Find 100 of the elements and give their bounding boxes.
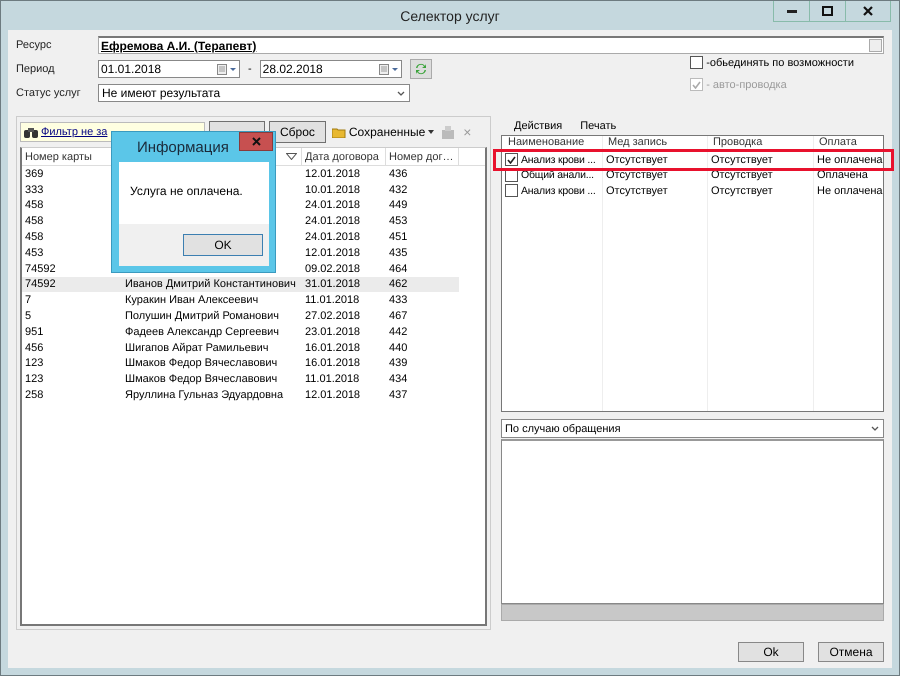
table-cell: Иванов Дмитрий Константинович [122, 276, 302, 292]
table-cell-text: Отсутствует [605, 154, 669, 166]
table-cell-text: 23.01.2018 [304, 326, 362, 338]
table-cell[interactable]: 123 [22, 357, 122, 370]
table-cell-text: Куракин Иван Алексеевич [124, 294, 260, 306]
table-cell[interactable]: 951 [22, 326, 122, 338]
table-cell[interactable]: 123 [22, 373, 122, 386]
ok-button[interactable]: OK [183, 234, 263, 256]
table-cell[interactable]: 7 [22, 294, 122, 306]
table-cell-text: 467 [388, 310, 408, 322]
table-cell: Анализ крови ... [521, 184, 596, 197]
table-row[interactable]: Общий анали... Отсутствует Отсутствует Оплачена [502, 168, 883, 183]
table-cell-text: 12.01.2018 [304, 389, 362, 402]
table-cell-text: 24.01.2018 [304, 199, 362, 212]
table-cell-text: 437 [388, 389, 408, 402]
chevron-icon [871, 426, 879, 431]
table-cell-text: 435 [388, 246, 408, 259]
date-field[interactable]: 28.02.2018 [260, 60, 402, 78]
saved-button[interactable]: Сохраненные [330, 125, 436, 139]
table-cell-text: 10.01.2018 [304, 184, 362, 196]
table-cell-text: 449 [388, 199, 408, 212]
table-cell-text: Не оплачена [816, 184, 883, 197]
column-header[interactable]: Дата договора [305, 150, 379, 162]
field-label: Статус услуг [16, 87, 82, 99]
checkbox[interactable] [505, 153, 518, 166]
menu-item[interactable]: Действия [514, 120, 562, 132]
table-cell-text: 453 [388, 215, 408, 228]
table-cell-text: Отсутствует [710, 184, 774, 197]
binoculars-icon [24, 126, 38, 138]
resource-field[interactable]: Ефремова А.И. (Терапевт) [98, 36, 884, 54]
checkbox-label: - авто-проводка [706, 78, 787, 90]
refresh-icon [414, 62, 428, 76]
date-field[interactable]: 01.01.2018 [98, 60, 240, 78]
table-cell-text: 24.01.2018 [304, 231, 362, 244]
table-cell-text: Отсутствует [605, 184, 669, 197]
table-cell-text: 433 [388, 294, 408, 306]
field-label: Период [16, 63, 56, 75]
column-header[interactable]: Мед запись [602, 136, 707, 151]
table-cell: 462 [386, 276, 459, 292]
status-dropdown[interactable]: Не имеют результата [98, 84, 410, 102]
table-cell-text: 442 [388, 326, 408, 338]
reset-button[interactable]: Сброс [269, 121, 326, 143]
close-icon [863, 6, 873, 16]
dialog-title: Информация [136, 138, 229, 156]
column-header[interactable]: Наименование [502, 136, 602, 151]
table-cell-text: 439 [388, 357, 408, 370]
table-cell[interactable]: 456 [22, 342, 122, 354]
table-cell[interactable]: 74592 [22, 276, 122, 292]
table-cell-text: 464 [388, 262, 408, 275]
table-cell: Анализ крови ... [521, 154, 596, 166]
column-header[interactable]: Проводка [707, 136, 813, 151]
table-cell-text: 12.01.2018 [304, 168, 362, 180]
calendar-icon[interactable] [217, 64, 237, 74]
window-title: Селектор услуг [400, 8, 500, 24]
table-cell: 31.01.2018 [302, 276, 386, 292]
table-cell-text: 27.02.2018 [304, 310, 362, 322]
table-cell-text: Шмаков Федор Вячеславович [124, 357, 278, 370]
dialog-button[interactable]: Отмена [818, 642, 884, 662]
table-cell-text: 434 [388, 373, 408, 386]
calendar-icon[interactable] [378, 64, 399, 74]
refresh-button[interactable] [410, 59, 432, 79]
checkbox[interactable] [690, 56, 704, 69]
field-label: Ресурс [16, 39, 52, 51]
table-row[interactable]: Анализ крови ... Отсутствует Отсутствует Не оплачена [502, 183, 883, 198]
table-cell-text: Яруллина Гульназ Эдуардовна [124, 389, 284, 402]
table-cell-text: 440 [388, 342, 408, 354]
case-dropdown[interactable]: По случаю обращения [501, 419, 884, 438]
column-header[interactable]: Номер дог… [389, 150, 454, 162]
checkbox[interactable] [505, 184, 518, 198]
table-cell-text: Оплачена [816, 169, 869, 182]
minimize-icon [786, 9, 796, 13]
table-cell-text: 12.01.2018 [304, 246, 362, 259]
checkbox-label: -обьединять по возможности [706, 56, 854, 68]
table-cell-text: 11.01.2018 [304, 373, 360, 386]
table-cell-text: 432 [388, 184, 408, 196]
chevron-icon [397, 90, 405, 96]
folder-icon [332, 126, 346, 138]
dialog-button[interactable]: Ok [738, 642, 804, 662]
table-cell-text: 24.01.2018 [304, 215, 362, 228]
table-cell-text: Шигапов Айрат Рамильевич [124, 342, 270, 354]
table-cell-text: Полушин Дмитрий Романович [124, 310, 280, 322]
close-icon [252, 137, 260, 146]
table-cell-text: Шмаков Федор Вячеславович [124, 373, 278, 386]
table-cell-text: Отсутствует [710, 154, 774, 166]
table-cell[interactable]: 258 [22, 389, 122, 402]
highlighted-row[interactable]: Анализ крови ... Отсутствует Отсутствует Не оплачена [496, 152, 891, 168]
table-cell-text: 09.02.2018 [304, 262, 362, 275]
table-cell-text: Не оплачена [816, 154, 883, 166]
column-header[interactable]: Оплата [813, 136, 883, 151]
menu-item[interactable]: Печать [580, 120, 616, 132]
column-header[interactable]: Номер карты [25, 150, 92, 162]
table-cell-text: Отсутствует [710, 169, 774, 182]
table-cell: Общий анали... [521, 169, 594, 182]
table-cell-text: 451 [388, 231, 408, 244]
range-separator: - [248, 63, 252, 75]
dialog-message: Услуга не оплачена. [130, 184, 243, 198]
table-cell[interactable]: 5 [22, 310, 122, 322]
sort-icon[interactable] [286, 153, 297, 160]
table-cell-text: 436 [388, 168, 408, 180]
maximize-icon [822, 6, 833, 16]
